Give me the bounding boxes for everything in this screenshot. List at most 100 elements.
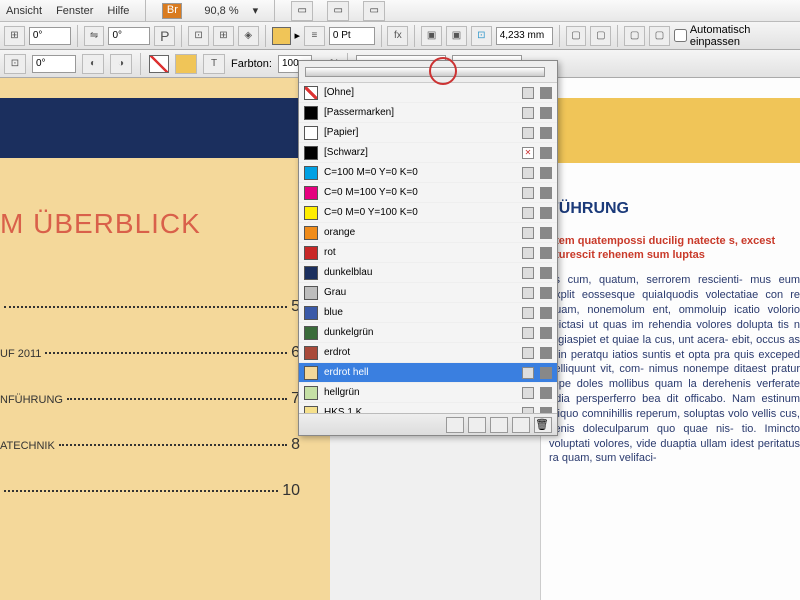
fill-swatch[interactable] bbox=[272, 27, 291, 45]
zoom-field[interactable]: 90,8 % bbox=[204, 5, 238, 17]
show-gradient-icon[interactable] bbox=[490, 417, 508, 433]
swatch-name: C=100 M=0 Y=0 K=0 bbox=[324, 167, 516, 178]
swatch-status-icon bbox=[522, 287, 534, 299]
swatch-status-icon bbox=[522, 407, 534, 414]
fit-frame-icon[interactable]: ▢ bbox=[590, 26, 611, 46]
wrap-icon[interactable]: ▣ bbox=[421, 26, 442, 46]
swatch-type-icon bbox=[540, 287, 552, 299]
swatch-row[interactable]: HKS 1 K bbox=[299, 403, 557, 413]
screen-mode-icon[interactable]: ▭ bbox=[327, 1, 349, 21]
fill-prop-icon[interactable]: ▢ bbox=[649, 26, 670, 46]
paragraph-icon[interactable]: P bbox=[154, 26, 175, 46]
mm-field[interactable]: 4,233 mm bbox=[496, 27, 553, 45]
separator bbox=[381, 25, 382, 47]
swatch-color bbox=[304, 286, 318, 300]
swatch-row[interactable]: erdrot bbox=[299, 343, 557, 363]
swatch-row[interactable]: Grau bbox=[299, 283, 557, 303]
swatch-name: [Passermarken] bbox=[324, 107, 516, 118]
tool2-icon[interactable]: ◑ bbox=[110, 54, 132, 74]
right-page: FÜHRUNG atem quatempossi ducilig natecte… bbox=[540, 78, 800, 600]
swatch-row[interactable]: C=100 M=0 Y=0 K=0 bbox=[299, 163, 557, 183]
swatch-name: dunkelgrün bbox=[324, 327, 516, 338]
center-icon[interactable]: ▢ bbox=[624, 26, 645, 46]
ref-point-icon[interactable]: ⊞ bbox=[4, 26, 25, 46]
frame-fit-icon[interactable]: ⊡ bbox=[471, 26, 492, 46]
toc-label: ATECHNIK bbox=[0, 440, 55, 452]
lock-icon[interactable]: ⊡ bbox=[4, 54, 26, 74]
swatch-row[interactable]: dunkelblau bbox=[299, 263, 557, 283]
swatch-dropdown-icon[interactable]: ▸ bbox=[295, 29, 301, 42]
separator bbox=[140, 53, 141, 75]
swatch-row[interactable]: [Passermarken] bbox=[299, 103, 557, 123]
view-mode-icon[interactable]: ▭ bbox=[291, 1, 313, 21]
rotate-field[interactable]: 0° bbox=[29, 27, 71, 45]
effects-icon[interactable]: fx bbox=[387, 26, 408, 46]
swatch-color bbox=[304, 126, 318, 140]
align-icon[interactable]: ⊡ bbox=[188, 26, 209, 46]
show-color-icon[interactable] bbox=[468, 417, 486, 433]
toc-label: NFÜHRUNG bbox=[0, 394, 63, 406]
swatch-row[interactable]: dunkelgrün bbox=[299, 323, 557, 343]
toc-page: 10 bbox=[282, 482, 300, 500]
menu-hilfe[interactable]: Hilfe bbox=[107, 5, 129, 17]
swatch-row[interactable]: C=0 M=0 Y=100 K=0 bbox=[299, 203, 557, 223]
swatch-type-icon bbox=[540, 387, 552, 399]
flip-h-icon[interactable]: ⇋ bbox=[84, 26, 105, 46]
wrap2-icon[interactable]: ▣ bbox=[446, 26, 467, 46]
swatch-row[interactable]: [Schwarz]✕ bbox=[299, 143, 557, 163]
stroke-weight-icon[interactable]: ≡ bbox=[304, 26, 325, 46]
swatch-status-icon bbox=[522, 247, 534, 259]
bg-swatch[interactable] bbox=[175, 54, 197, 74]
arrange-icon[interactable]: ▭ bbox=[363, 1, 385, 21]
toc-dots bbox=[67, 398, 287, 400]
swatch-name: C=0 M=0 Y=100 K=0 bbox=[324, 207, 516, 218]
swatch-color bbox=[304, 86, 318, 100]
swatch-row[interactable]: [Papier] bbox=[299, 123, 557, 143]
delete-swatch-icon[interactable]: 🗑 bbox=[534, 417, 552, 433]
toc-row: 10 bbox=[0, 482, 300, 500]
swatch-status-icon bbox=[522, 87, 534, 99]
new-swatch-icon[interactable] bbox=[512, 417, 530, 433]
swatch-row[interactable]: hellgrün bbox=[299, 383, 557, 403]
menu-fenster[interactable]: Fenster bbox=[56, 5, 93, 17]
annotation-circle bbox=[429, 57, 457, 85]
blue-header-bar bbox=[0, 98, 330, 158]
swatch-name: [Schwarz] bbox=[324, 147, 516, 158]
control-toolbar: ⊞ 0° ⇋ 0° P ⊡ ⊞ ◈ ▸ ≡ 0 Pt fx ▣ ▣ ⊡ 4,23… bbox=[0, 22, 800, 50]
swatch-color bbox=[304, 406, 318, 414]
swatch-row[interactable]: orange bbox=[299, 223, 557, 243]
swatch-row[interactable]: erdrot hell bbox=[299, 363, 557, 383]
swatch-status-icon bbox=[522, 387, 534, 399]
tool-icon[interactable]: ◐ bbox=[82, 54, 104, 74]
none-swatch[interactable] bbox=[149, 55, 169, 73]
swatch-name: blue bbox=[324, 307, 516, 318]
shear-field[interactable]: 0° bbox=[108, 27, 150, 45]
bridge-icon[interactable]: Br bbox=[162, 3, 182, 19]
swatch-row[interactable]: blue bbox=[299, 303, 557, 323]
swatch-row[interactable]: rot bbox=[299, 243, 557, 263]
zoom-dropdown-icon[interactable]: ▾ bbox=[253, 4, 259, 17]
swatch-status-icon bbox=[522, 307, 534, 319]
swatch-row[interactable]: [Ohne] bbox=[299, 83, 557, 103]
distrib-icon[interactable]: ⊞ bbox=[213, 26, 234, 46]
swatch-name: erdrot bbox=[324, 347, 516, 358]
toc-page: 8 bbox=[291, 436, 300, 454]
fit-content-icon[interactable]: ▢ bbox=[566, 26, 587, 46]
stroke-weight-field[interactable]: 0 Pt bbox=[329, 27, 375, 45]
swatch-type-icon bbox=[540, 307, 552, 319]
show-all-icon[interactable] bbox=[446, 417, 464, 433]
separator bbox=[617, 25, 618, 47]
swatch-color bbox=[304, 226, 318, 240]
auto-fit-checkbox[interactable]: Automatisch einpassen bbox=[674, 24, 796, 48]
swatch-status-icon bbox=[522, 367, 534, 379]
auto-fit-input[interactable] bbox=[674, 29, 687, 42]
angle2-field[interactable]: 0° bbox=[32, 55, 76, 73]
toc-dots bbox=[4, 306, 287, 308]
yellow-header-bar bbox=[541, 98, 800, 163]
menu-ansicht[interactable]: Ansicht bbox=[6, 5, 42, 17]
swatch-row[interactable]: C=0 M=100 Y=0 K=0 bbox=[299, 183, 557, 203]
pathfinder-icon[interactable]: ◈ bbox=[238, 26, 259, 46]
swatches-panel[interactable]: [Ohne] [Passermarken] [Papier][Schwarz]✕ C=… bbox=[298, 60, 558, 436]
text-fill-icon[interactable]: T bbox=[203, 54, 225, 74]
tint-slider[interactable] bbox=[305, 67, 545, 77]
